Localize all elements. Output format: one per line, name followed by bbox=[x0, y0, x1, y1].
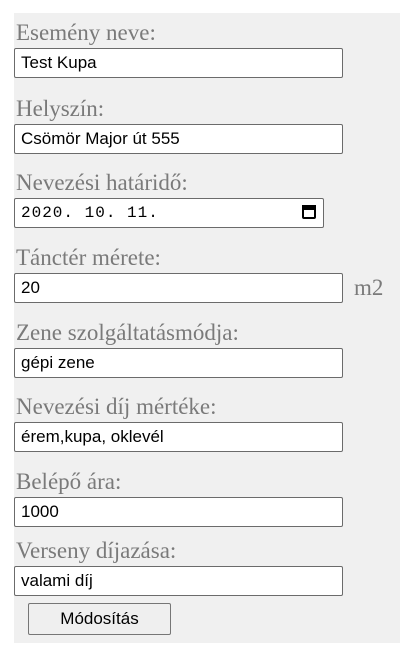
dance-floor-size-label: Tánctér mérete: bbox=[16, 245, 161, 270]
music-service-label: Zene szolgáltatásmódja: bbox=[16, 320, 239, 345]
dance-floor-size-input[interactable]: 20 bbox=[14, 273, 343, 303]
ticket-price-input[interactable]: 1000 bbox=[14, 497, 343, 527]
deadline-label: Nevezési határidő: bbox=[16, 170, 188, 195]
dance-floor-size-unit: m2 bbox=[354, 275, 384, 300]
deadline-date-value: 2020. 10. 11. bbox=[21, 204, 159, 222]
deadline-date-input[interactable]: 2020. 10. 11. bbox=[14, 198, 324, 228]
location-label: Helyszín: bbox=[16, 96, 105, 121]
entry-fee-input[interactable]: érem,kupa, oklevél bbox=[14, 422, 343, 452]
competition-prizes-label: Verseny díjazása: bbox=[16, 538, 177, 563]
event-name-input[interactable]: Test Kupa bbox=[14, 48, 343, 78]
event-name-label: Esemény neve: bbox=[16, 20, 156, 45]
music-service-input[interactable]: gépi zene bbox=[14, 348, 343, 378]
ticket-price-label: Belépő ára: bbox=[16, 469, 122, 494]
submit-button[interactable]: Módosítás bbox=[28, 603, 171, 635]
competition-prizes-input[interactable]: valami díj bbox=[14, 566, 343, 596]
entry-fee-label: Nevezési díj mértéke: bbox=[16, 394, 217, 419]
calendar-icon[interactable] bbox=[302, 205, 316, 219]
location-input[interactable]: Csömör Major út 555 bbox=[14, 124, 343, 154]
